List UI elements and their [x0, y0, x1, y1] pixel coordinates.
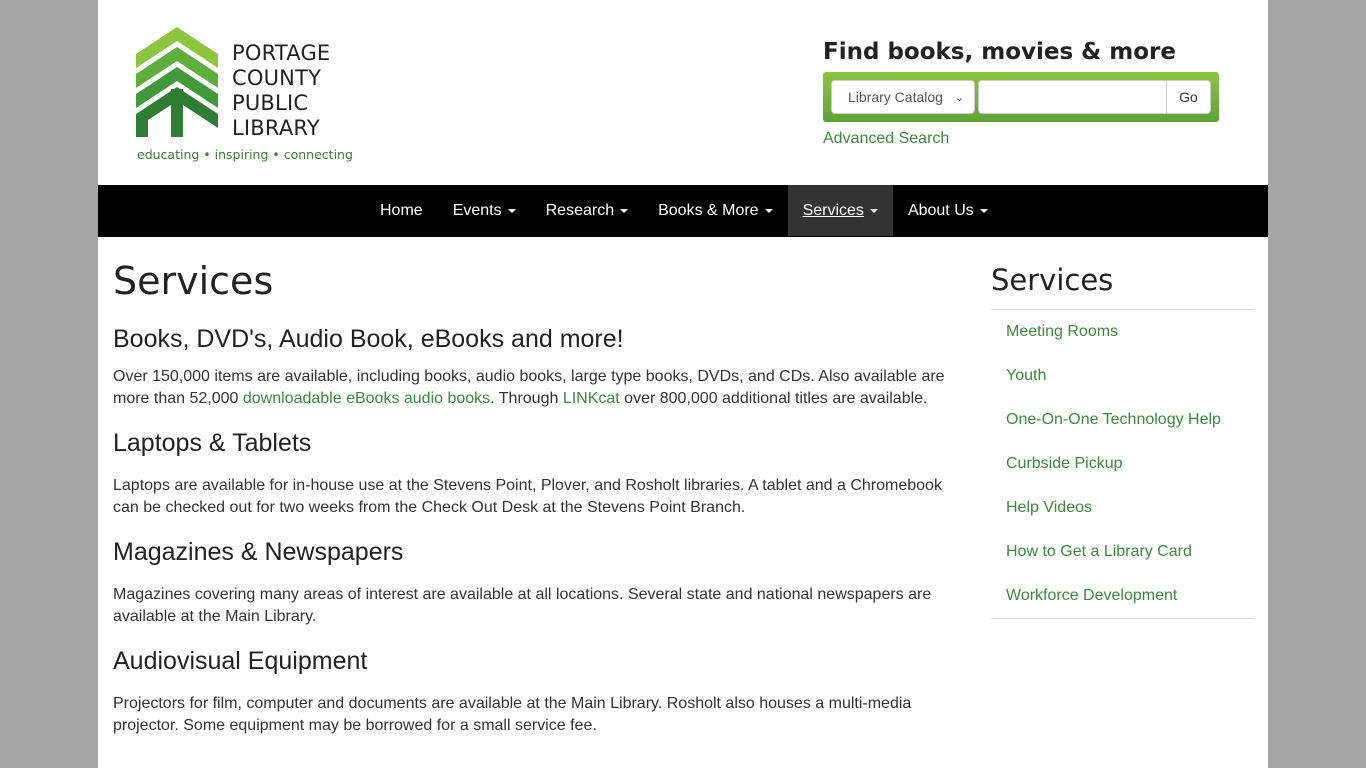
caret-down-icon: [764, 208, 773, 213]
library-name-line: PORTAGE: [232, 41, 331, 65]
nav-item-label: About Us: [907, 201, 974, 219]
search-input[interactable]: [978, 80, 1166, 114]
nav-item-label: Services: [802, 201, 864, 219]
nav-item-label: Home: [380, 201, 423, 219]
page-container: PORTAGE COUNTY PUBLIC LIBRARY educating …: [98, 0, 1268, 768]
page-title: Services: [113, 259, 274, 303]
section-heading-magazines: Magazines & Newspapers: [113, 538, 404, 566]
nav-item-services[interactable]: Services: [787, 185, 893, 236]
sidebar-title: Services: [991, 263, 1253, 310]
sidebar-item-library-card[interactable]: How to Get a Library Card: [991, 530, 1253, 574]
search-go-button[interactable]: Go: [1166, 80, 1211, 114]
sidebar-item-help-videos[interactable]: Help Videos: [991, 486, 1253, 530]
section-text-magazines: Magazines covering many areas of interes…: [113, 586, 932, 625]
nav-item-research[interactable]: Research: [531, 185, 643, 236]
library-logo[interactable]: PORTAGE COUNTY PUBLIC LIBRARY educating …: [136, 27, 353, 167]
sidebar-item-workforce[interactable]: Workforce Development: [991, 574, 1253, 618]
nav-item-about-us[interactable]: About Us: [893, 185, 1003, 236]
library-name-line: LIBRARY: [232, 116, 320, 140]
sidebar-list: Meeting Rooms Youth One-On-One Technolog…: [991, 310, 1253, 619]
caret-down-icon: [620, 208, 629, 213]
chevron-down-icon: ⌄: [954, 91, 964, 104]
library-name: PORTAGE COUNTY PUBLIC LIBRARY: [232, 41, 330, 141]
nav-item-books-more[interactable]: Books & More: [643, 185, 787, 236]
section-text-laptops: Laptops are available for in-house use a…: [113, 477, 942, 516]
nav-item-events[interactable]: Events: [438, 185, 531, 236]
linkcat-link[interactable]: LINKcat: [563, 390, 620, 407]
tree-chevron-logo-icon: [136, 27, 218, 137]
nav-item-label: Events: [452, 201, 502, 219]
library-name-line: PUBLIC: [232, 91, 309, 115]
caret-down-icon: [979, 208, 988, 213]
sidebar-item-youth[interactable]: Youth: [991, 354, 1253, 398]
section-text-books: Over 150,000 items are available, includ…: [113, 366, 953, 410]
text-segment: over 800,000 additional titles are avail…: [619, 390, 928, 407]
sidebar-item-tech-help[interactable]: One-On-One Technology Help: [991, 398, 1253, 442]
search-title: Find books, movies & more: [823, 39, 1176, 65]
sidebar-item-curbside-pickup[interactable]: Curbside Pickup: [991, 442, 1253, 486]
search-bar: Library Catalog ⌄ Go: [823, 72, 1219, 122]
nav-item-label: Research: [545, 201, 615, 219]
main-nav: Home Events Research Books & More Servic…: [98, 185, 1268, 237]
library-tagline: educating • inspiring • connecting: [137, 147, 353, 162]
search-scope-value: Library Catalog: [848, 89, 943, 105]
advanced-search-link[interactable]: Advanced Search: [823, 130, 1223, 148]
section-heading-audiovisual: Audiovisual Equipment: [113, 647, 368, 675]
nav-list: Home Events Research Books & More Servic…: [365, 185, 1003, 237]
search-scope-select[interactable]: Library Catalog ⌄: [831, 80, 975, 114]
catalog-search: Find books, movies & more Library Catalo…: [823, 36, 1223, 148]
caret-down-icon: [869, 208, 878, 213]
caret-down-icon: [507, 208, 516, 213]
nav-item-home[interactable]: Home: [365, 185, 438, 236]
text-segment: . Through: [490, 390, 563, 407]
services-sidebar: Services Meeting Rooms Youth One-On-One …: [991, 263, 1253, 619]
ebooks-link[interactable]: downloadable eBooks audio books: [243, 390, 490, 407]
sidebar-item-meeting-rooms[interactable]: Meeting Rooms: [991, 310, 1253, 354]
section-text-audiovisual: Projectors for film, computer and docume…: [113, 695, 912, 734]
section-heading-books: Books, DVD's, Audio Book, eBooks and mor…: [113, 325, 624, 353]
site-header: PORTAGE COUNTY PUBLIC LIBRARY educating …: [98, 0, 1268, 185]
nav-item-label: Books & More: [658, 201, 759, 219]
library-name-line: COUNTY: [232, 66, 322, 90]
section-heading-laptops: Laptops & Tablets: [113, 429, 312, 457]
main-content: Services Books, DVD's, Audio Book, eBook…: [113, 237, 953, 737]
